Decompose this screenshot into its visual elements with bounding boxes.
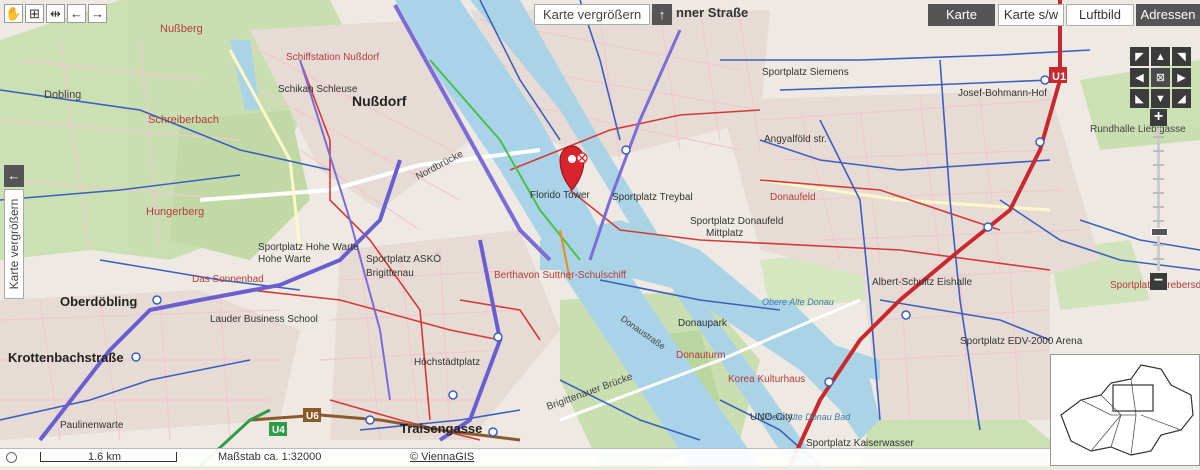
zoom-in-button[interactable]: + [1150,109,1167,126]
label-krottenbach: Krottenbachstraße [8,350,124,365]
poi-donauturm: Donauturm [676,350,725,361]
zoom-tick [1153,164,1164,166]
measure-button[interactable]: ⇹ [46,4,65,23]
poi-eishalle: Albert-Schultz Eishalle [872,277,972,288]
zoom-tick [1153,192,1164,194]
label-hungerberg: Hungerberg [146,206,204,218]
poi-donaufeld: Donaufeld [770,192,816,203]
history-back-button[interactable]: ← [67,4,86,23]
zoom-tick [1153,220,1164,222]
svg-text:U4: U4 [272,425,285,436]
poi-mittplatz: Mittplatz [706,228,743,239]
zoom-slider-handle[interactable] [1151,228,1168,236]
poi-uno-city: UNO-City [750,412,793,423]
overview-map-outline [1060,364,1194,456]
poi-brigittenau: Brigittenau [366,268,414,279]
zoom-tick [1153,150,1164,152]
expand-map-side-label: Karte vergrößern [7,198,21,290]
zoom-tick [1153,178,1164,180]
pan-northeast-button[interactable]: ◥ [1172,47,1191,66]
poi-treybal: Sportplatz Treybal [612,192,693,203]
poi-schleuse: Schikan Schleuse [278,84,358,95]
poi-sportplatz-siemens: Sportplatz Siemens [762,67,849,78]
scale-length-label: 1.6 km [88,451,122,463]
pan-northwest-button[interactable]: ◤ [1130,47,1149,66]
copyright-link[interactable]: © ViennaGIS [410,451,474,463]
label-street-top: nner Straße [676,5,748,20]
history-forward-button[interactable]: → [88,4,107,23]
label-schreiberbach: Schreiberbach [148,114,219,126]
svg-text:U6: U6 [306,411,319,422]
arrow-right-icon: → [91,6,104,21]
poi-florido: Florido Tower [530,190,591,201]
tab-luftbild[interactable]: Luftbild [1066,4,1134,26]
label-rundhalle: Rundhalle Liebigasse [1090,124,1186,135]
poi-askoe: Sportplatz ASKÖ [366,253,441,265]
poi-schiffstation: Schiffstation Nußdorf [286,52,379,63]
pan-tool-button[interactable]: ✋ [4,4,23,23]
overview-map[interactable] [1050,354,1200,466]
poi-lauder: Lauder Business School [210,314,318,325]
pan-southeast-button[interactable]: ◢ [1172,89,1191,108]
label-traisengasse: Traisengasse [400,421,482,436]
poi-sonnenbad: Das Sonnenbad [192,274,264,285]
info-icon[interactable] [6,452,17,463]
poi-angyalfoeld: Angyalföld str. [764,134,827,145]
pan-south-button[interactable]: ▼ [1151,89,1170,108]
pan-southwest-button[interactable]: ◣ [1130,89,1149,108]
poi-donaupark: Donaupark [678,318,728,329]
zoom-tick [1153,258,1164,260]
zoom-box-icon: ⊞ [29,5,40,21]
label-nussdorf: Nußdorf [352,93,407,109]
status-bar: 1.6 km Maßstab ca. 1:32000 © ViennaGIS [0,448,1050,466]
poi-obere-alte-donau: Obere Alte Donau [762,297,834,307]
expand-map-side-button[interactable]: Karte vergrößern [4,189,24,299]
map-canvas[interactable]: Nußdorf Oberdöbling Krottenbachstraße Tr… [0,0,1200,466]
scale-ratio-text: Maßstab ca. 1:32000 [218,451,322,463]
expand-map-button[interactable]: Karte vergrößern [534,4,651,25]
poi-donaufeld-sportplatz: Sportplatz Donaufeld [690,216,783,227]
svg-text:U1: U1 [1052,71,1066,83]
zoom-tick [1153,136,1164,138]
zoom-extent-button[interactable]: ⊠ [1151,68,1170,87]
zoom-tick [1153,244,1164,246]
pan-west-button[interactable]: ◀ [1130,68,1149,87]
measure-icon: ⇹ [50,5,61,21]
poi-hohe-warte: Hohe Warte [258,254,311,265]
zoom-tick [1153,206,1164,208]
tab-karte[interactable]: Karte [928,4,995,26]
poi-korea: Korea Kulturhaus [728,374,805,385]
tab-karte-sw[interactable]: Karte s/w [998,4,1064,26]
label-nussberg: Nußberg [160,23,203,35]
label-dobling: Dobling [44,89,81,101]
poi-hohe-warte-sportplatz: Sportplatz Hohe Warte [258,242,359,253]
zoom-out-button[interactable]: − [1150,273,1167,290]
pan-north-button[interactable]: ▲ [1151,47,1170,66]
poi-hoechstaedtplatz: Höchstädtplatz [414,357,480,368]
poi-edv-arena: Sportplatz EDV-2000 Arena [960,336,1083,347]
poi-bohmann-hof: Josef-Bohmann-Hof [958,88,1047,99]
poi-paulinenwarte: Paulinenwarte [60,420,124,431]
pan-east-button[interactable]: ▶ [1172,68,1191,87]
poi-schulschiff: Berthavon Suttner-Schulschiff [494,270,626,281]
hand-icon: ✋ [5,5,22,21]
arrow-left-icon: ← [70,6,83,21]
expand-left-arrow-icon[interactable]: ← [4,165,24,187]
tab-adressen[interactable]: Adressen [1136,4,1200,26]
label-oberdoebling: Oberdöbling [60,294,137,309]
zoom-box-button[interactable]: ⊞ [25,4,44,23]
expand-up-arrow-icon[interactable]: ↑ [652,4,672,25]
